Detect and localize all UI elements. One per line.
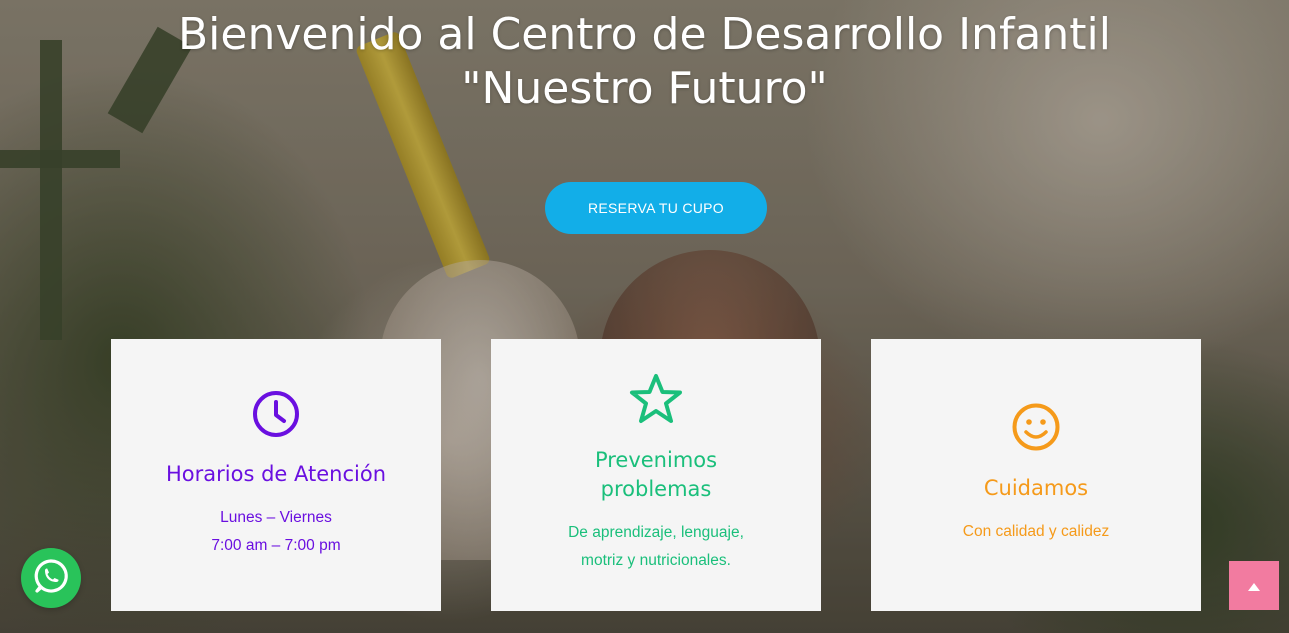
hero-section: Bienvenido al Centro de Desarrollo Infan… xyxy=(0,0,1289,633)
card-text-line: Con calidad y calidez xyxy=(962,523,1110,540)
hero-title-line1: Bienvenido al Centro de Desarrollo Infan… xyxy=(177,9,1111,60)
hero-title: Bienvenido al Centro de Desarrollo Infan… xyxy=(0,8,1289,116)
card-title-line1: Prevenimos xyxy=(594,448,718,472)
card-title: Cuidamos xyxy=(983,476,1089,500)
smiley-icon xyxy=(871,402,1201,452)
info-card-care: Cuidamos Con calidad y calidez xyxy=(871,339,1201,611)
star-icon xyxy=(491,373,821,425)
card-text-line: De aprendizaje, lenguaje, xyxy=(568,524,744,541)
hero-title-line2: "Nuestro Futuro" xyxy=(461,63,828,114)
back-to-top-button[interactable] xyxy=(1229,561,1279,610)
card-text-line: Lunes – Viernes xyxy=(220,509,332,526)
card-text-line: motriz y nutricionales. xyxy=(581,552,731,569)
card-title: Horarios de Atención xyxy=(166,462,386,486)
arrow-up-icon xyxy=(1248,576,1260,595)
info-card-prevention: Prevenimos problemas De aprendizaje, len… xyxy=(491,339,821,611)
card-title-line2: problemas xyxy=(600,477,712,501)
clock-icon xyxy=(111,389,441,439)
reserve-spot-button[interactable]: RESERVA TU CUPO xyxy=(545,182,767,234)
info-card-hours: Horarios de Atención Lunes – Viernes 7:0… xyxy=(111,339,441,611)
card-text-line: 7:00 am – 7:00 pm xyxy=(211,537,341,554)
whatsapp-button[interactable] xyxy=(21,548,81,608)
whatsapp-icon xyxy=(32,557,70,599)
